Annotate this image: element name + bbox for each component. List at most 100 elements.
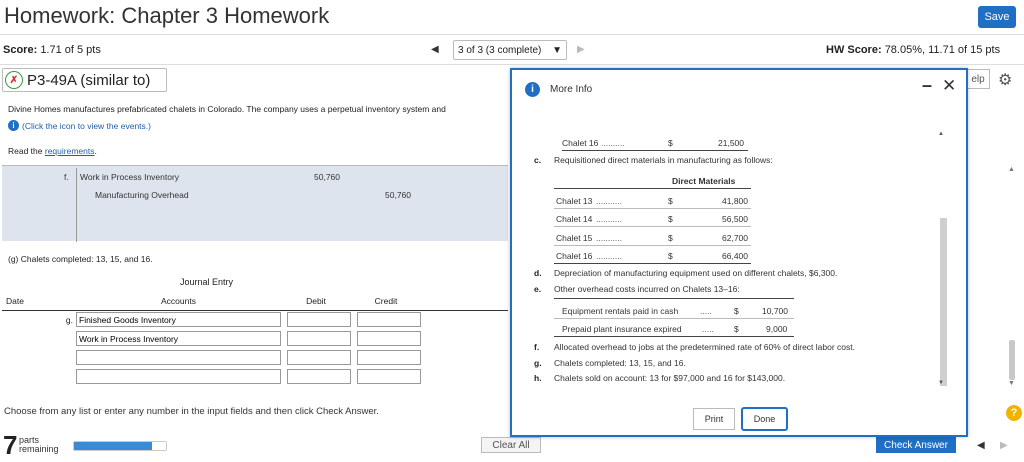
c-text: Requisitioned direct materials in manufa… [554,155,773,165]
col-credit: Credit [351,292,421,311]
scroll-down-icon[interactable]: ▼ [1008,380,1015,387]
question-select[interactable]: 3 of 3 (3 complete) ▼ [453,40,567,60]
e-letter: e. [534,284,542,294]
progress-bar [73,441,167,451]
hw-score: HW Score: 78.05%, 11.71 of 15 pts [826,44,1000,56]
entry-debit-account: Work in Process Inventory [80,172,180,182]
rule [554,226,751,227]
credit-input[interactable] [357,312,421,328]
account-select[interactable] [76,312,281,328]
parts-label: parts remaining [19,436,59,454]
debit-input[interactable] [287,312,351,328]
row-letter: g. [65,314,73,325]
table-row: g. [2,310,508,329]
divider [0,64,1024,65]
entry-credit-account: Manufacturing Overhead [95,190,189,200]
scroll-down-icon[interactable]: ▼ [938,380,944,386]
dm-row-dollar: $ [668,196,673,206]
rule [554,263,751,264]
save-button[interactable]: Save [978,6,1016,28]
credit-input[interactable] [357,350,421,365]
partial-credit-icon: ✗ [5,71,23,89]
c-letter: c. [534,155,542,165]
table-row [2,329,508,348]
e-row-dollar: $ [734,306,739,316]
hw-score-value: 78.05%, 11.71 of 15 pts [884,44,1001,56]
help-button[interactable]: elp [966,69,990,89]
rule [554,188,751,189]
col-debit: Debit [281,292,351,311]
dm-header: Direct Materials [672,176,736,186]
account-select[interactable] [76,350,281,365]
entry-letter: f. [64,172,69,182]
rule [554,336,794,337]
credit-input[interactable] [357,369,421,384]
close-icon[interactable]: ✕ [942,76,956,96]
scroll-up-icon[interactable]: ▲ [1008,166,1015,173]
events-link-label: (Click the icon to view the events.) [22,120,151,131]
question-id: ✗ P3-49A (similar to) [2,68,167,92]
score-label: Score: [3,44,38,56]
dots: .......... [601,138,625,148]
scroll-up-icon[interactable]: ▲ [938,131,944,137]
events-link[interactable]: i (Click the icon to view the events.) [8,120,151,131]
minimize-icon[interactable]: – [922,75,932,96]
chevron-down-icon: ▼ [552,44,562,56]
top-row-label: Chalet 16 [562,138,599,148]
next-question-icon[interactable]: ▶ [577,44,585,55]
rule [554,298,794,299]
d-text: Depreciation of manufacturing equipment … [554,268,838,278]
dm-row-label: Chalet 16 [556,251,593,261]
info-icon[interactable]: i [8,120,19,131]
debit-input[interactable] [287,331,351,346]
dm-row-value: 56,500 [722,214,748,224]
print-button[interactable]: Print [693,408,735,430]
table-row [2,367,508,386]
dialog-body: Chalet 16 .......... $ 21,500 c. Requisi… [512,128,952,390]
debit-input[interactable] [287,369,351,384]
clear-all-button[interactable]: Clear All [481,437,541,453]
check-answer-button[interactable]: Check Answer [876,437,956,453]
gear-icon[interactable]: ⚙ [998,70,1012,90]
divider [0,34,1024,35]
prev-question-icon[interactable]: ◀ [977,440,985,451]
entry-debit-value: 50,760 [314,172,340,182]
parts-count: 7 [3,430,18,460]
instructions: Choose from any list or enter any number… [4,406,379,417]
requirements-link[interactable]: requirements [45,146,95,156]
dm-row-label: Chalet 15 [556,233,593,243]
journal-entry-title: Journal Entry [180,277,234,287]
e-text: Other overhead costs incurred on Chalets… [554,284,740,294]
dm-row-value: 41,800 [722,196,748,206]
journal-entry-table: Date Accounts Debit Credit g. [2,292,508,386]
scrollbar-thumb[interactable] [1009,340,1015,380]
f-text: Allocated overhead to jobs at the predet… [554,342,855,352]
dm-row-dollar: $ [668,214,673,224]
dots: ........... [596,214,622,224]
rule [554,208,751,209]
dm-row-label: Chalet 13 [556,196,593,206]
help-icon[interactable]: ? [1006,405,1022,421]
e-row-label: Equipment rentals paid in cash [562,306,679,316]
done-button[interactable]: Done [741,407,788,431]
hw-score-label: HW Score: [826,44,882,56]
next-question-icon[interactable]: ▶ [1000,440,1008,451]
dots: ..... [700,306,712,316]
top-row-dollar: $ [668,138,673,148]
account-select[interactable] [76,369,281,384]
score-value: 1.71 of 5 pts [40,44,101,56]
dm-row-dollar: $ [668,251,673,261]
col-date: Date [2,292,76,311]
debit-input[interactable] [287,350,351,365]
e-row-value: 10,700 [762,306,788,316]
dialog-scrollbar[interactable] [940,218,947,386]
dots: ........... [596,196,622,206]
account-select[interactable] [76,331,281,346]
top-row-value: 21,500 [718,138,744,148]
dm-row-label: Chalet 14 [556,214,593,224]
more-info-dialog: i More Info – ✕ Chalet 16 .......... $ 2… [510,68,968,437]
entry-credit-value: 50,760 [385,190,411,200]
prev-question-icon[interactable]: ◀ [431,44,439,55]
credit-input[interactable] [357,331,421,346]
col-spacer [421,292,508,311]
